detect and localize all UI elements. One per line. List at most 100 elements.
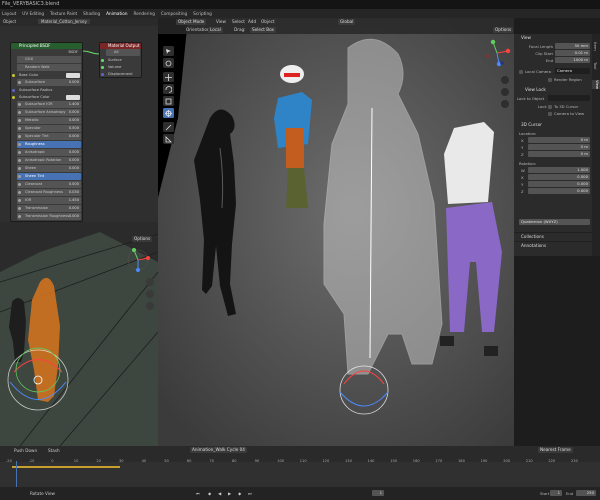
output-socket-surface[interactable]: Surface: [100, 57, 141, 64]
select-box-tool[interactable]: [163, 46, 174, 56]
render-region-checkbox[interactable]: [548, 78, 552, 82]
cursor-location-field[interactable]: 0 m: [528, 151, 590, 157]
move-tool[interactable]: [163, 72, 174, 82]
bsdf-input-row[interactable]: Metallic 0.000: [17, 117, 81, 124]
prev-key-icon[interactable]: ◆: [208, 491, 211, 496]
camera-to-view-checkbox[interactable]: [548, 112, 552, 116]
bsdf-input-row[interactable]: Transmission 0.000: [17, 205, 81, 212]
next-key-icon[interactable]: ◆: [238, 491, 241, 496]
tab-compositing[interactable]: Compositing: [161, 11, 187, 16]
menu-add[interactable]: Add: [248, 19, 256, 24]
camera-view-icon[interactable]: [501, 100, 509, 108]
socket-icon[interactable]: [18, 119, 21, 122]
cursor-rotation-field[interactable]: 1.000: [528, 167, 590, 173]
main-viewport[interactable]: [158, 18, 514, 446]
push-down-button[interactable]: Push Down: [14, 448, 37, 453]
bsdf-input-row[interactable]: Anisotropic Rotation 0.000: [17, 157, 81, 164]
lock-to-object-field[interactable]: [548, 95, 590, 101]
secondary-viewport[interactable]: Options: [0, 222, 158, 446]
bsdf-input-row[interactable]: Roughness: [17, 141, 81, 148]
bsdf-input-row[interactable]: Sheen Tint: [17, 173, 81, 180]
socket-icon[interactable]: [18, 135, 21, 138]
drag-dropdown[interactable]: Select Box: [250, 27, 277, 33]
socket-icon[interactable]: [18, 159, 21, 162]
jump-start-icon[interactable]: ⏮: [196, 491, 200, 496]
socket-icon[interactable]: [18, 215, 21, 218]
socket-icon[interactable]: [12, 74, 15, 77]
socket-icon[interactable]: [18, 151, 21, 154]
transform-tool[interactable]: [163, 108, 174, 118]
end-frame-field[interactable]: 250: [576, 490, 596, 496]
color-swatch[interactable]: [66, 95, 80, 100]
secondary-options-button[interactable]: Options: [132, 236, 153, 242]
cursor-rotation-field[interactable]: 0.000: [528, 174, 590, 180]
socket-icon[interactable]: [18, 127, 21, 130]
tab-layout[interactable]: Layout: [2, 11, 16, 16]
clip-start-field[interactable]: 0.01 m: [555, 50, 590, 56]
clip-end-field[interactable]: 1000 m: [555, 57, 590, 63]
bsdf-input-row[interactable]: Anisotropic 0.000: [17, 149, 81, 156]
camera-view-icon[interactable]: [146, 302, 154, 310]
local-camera-field[interactable]: Camera: [555, 68, 590, 74]
play-reverse-icon[interactable]: ◀: [218, 491, 221, 496]
start-frame-field[interactable]: 1: [550, 490, 562, 496]
rotation-mode-dropdown[interactable]: Quaternion (WXYZ): [519, 219, 590, 225]
bsdf-input-row[interactable]: Transmission Roughness 0.000: [17, 213, 81, 220]
output-target-dropdown[interactable]: All: [106, 49, 140, 56]
material-output-node[interactable]: Material Output All Surface Volume Displ…: [99, 42, 142, 78]
collections-section[interactable]: Collections: [514, 232, 592, 240]
socket-icon[interactable]: [12, 89, 15, 92]
action-dropdown[interactable]: Animation_Walk Cycle 04: [190, 447, 247, 453]
color-swatch[interactable]: [66, 73, 80, 78]
sidebar-tab-tool[interactable]: Tool: [593, 62, 598, 69]
measure-tool[interactable]: [163, 134, 174, 144]
principled-bsdf-node[interactable]: Principled BSDF BSDF GGX Random Walk Bas…: [10, 42, 83, 222]
menu-object[interactable]: Object: [261, 19, 275, 24]
distribution-dropdown[interactable]: GGX: [17, 56, 81, 63]
focal-length-field[interactable]: 50 mm: [555, 43, 590, 49]
socket-icon[interactable]: [18, 199, 21, 202]
zoom-icon[interactable]: [501, 76, 509, 84]
options-button[interactable]: Options: [493, 27, 514, 33]
socket-icon[interactable]: [18, 143, 21, 146]
play-icon[interactable]: ▶: [228, 491, 231, 496]
navigation-gizmo[interactable]: [124, 246, 152, 274]
cursor-location-field[interactable]: 0 m: [528, 144, 590, 150]
menu-view[interactable]: View: [216, 19, 226, 24]
shader-node-editor[interactable]: Object Material_Cotton_Jersey Principled…: [0, 18, 158, 222]
view-section-header[interactable]: View: [521, 35, 531, 40]
tab-scripting[interactable]: Scripting: [193, 11, 212, 16]
bsdf-input-row[interactable]: Subsurface Radius: [11, 87, 82, 94]
bsdf-input-row[interactable]: Sheen 0.000: [17, 165, 81, 172]
snap-dropdown[interactable]: Nearest Frame: [538, 447, 573, 453]
3d-cursor-header[interactable]: 3D Cursor: [521, 122, 542, 127]
sidebar-tab-view[interactable]: View: [592, 80, 600, 90]
socket-icon[interactable]: [18, 207, 21, 210]
zoom-icon[interactable]: [146, 278, 154, 286]
cursor-rotation-field[interactable]: 0.000: [528, 181, 590, 187]
subsurface-method-dropdown[interactable]: Random Walk: [17, 64, 81, 71]
socket-icon[interactable]: [18, 183, 21, 186]
annotations-section[interactable]: Annotations: [514, 241, 592, 249]
tab-rendering[interactable]: Rendering: [134, 11, 155, 16]
tab-shading[interactable]: Shading: [83, 11, 100, 16]
bsdf-input-row[interactable]: Specular Tint 0.000: [17, 133, 81, 140]
bsdf-input-row[interactable]: Specular 0.500: [17, 125, 81, 132]
playhead[interactable]: [16, 461, 17, 487]
socket-icon[interactable]: [18, 191, 21, 194]
bsdf-input-row[interactable]: Clearcoat Roughness 0.030: [17, 189, 81, 196]
menu-select[interactable]: Select: [232, 19, 245, 24]
mode-dropdown[interactable]: Object Mode: [176, 19, 207, 25]
scale-tool[interactable]: [163, 96, 174, 106]
rotate-tool[interactable]: [163, 84, 174, 94]
bsdf-input-row[interactable]: IOR 1.450: [17, 197, 81, 204]
socket-icon[interactable]: [18, 167, 21, 170]
socket-icon[interactable]: [12, 96, 15, 99]
output-socket-displacement[interactable]: Displacement: [100, 71, 141, 77]
cursor-rotation-field[interactable]: 0.000: [528, 188, 590, 194]
transform-orientation-dropdown[interactable]: Global: [338, 19, 356, 25]
cursor-tool[interactable]: [163, 58, 174, 68]
bsdf-input-row[interactable]: Clearcoat 0.000: [17, 181, 81, 188]
view-lock-header[interactable]: View Lock: [525, 87, 546, 92]
output-socket-volume[interactable]: Volume: [100, 64, 141, 71]
